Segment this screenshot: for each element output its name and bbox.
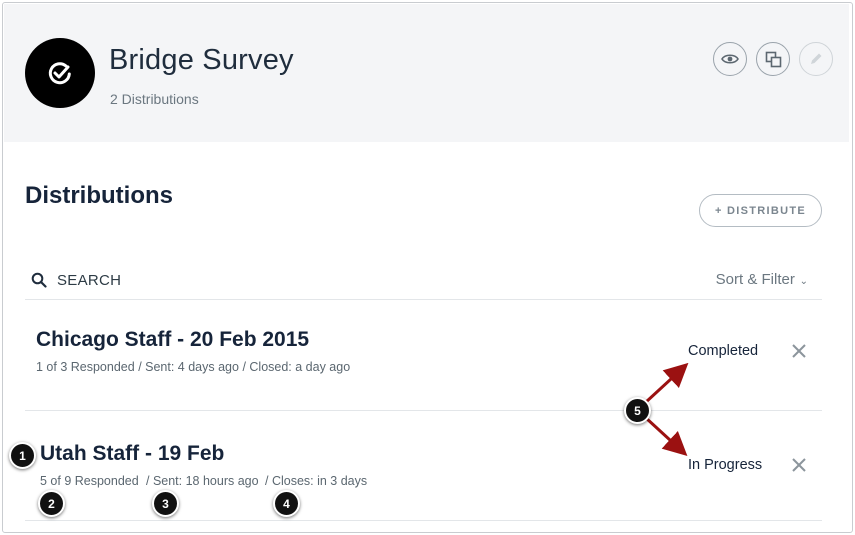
eye-icon: [721, 54, 739, 64]
callout-badge: 2: [38, 490, 65, 517]
distribute-button[interactable]: + DISTRIBUTE: [699, 194, 822, 227]
copy-button[interactable]: [756, 42, 790, 76]
callout-badge: 1: [9, 442, 36, 469]
status-label: In Progress: [688, 457, 763, 473]
copy-icon: [765, 51, 781, 67]
close-icon[interactable]: [791, 457, 807, 473]
distribution-title[interactable]: Utah Staff - 19 Feb: [40, 442, 224, 466]
callout-badge: 3: [152, 490, 179, 517]
search-icon[interactable]: [31, 272, 47, 288]
search-input[interactable]: SEARCH: [57, 272, 121, 289]
distribution-row[interactable]: Chicago Staff - 20 Feb 2015 1 of 3 Respo…: [25, 300, 822, 411]
responded-count: 1 of 3 Responded: [36, 360, 135, 374]
closed-time: / Closed: a day ago: [242, 360, 351, 374]
survey-title: Bridge Survey: [109, 44, 294, 76]
distribution-count: 2 Distributions: [110, 91, 199, 107]
preview-button[interactable]: [713, 42, 747, 76]
edit-button[interactable]: [799, 42, 833, 76]
section-title: Distributions: [25, 182, 173, 209]
chevron-down-icon: ⌄: [796, 276, 808, 287]
search-bar: SEARCH Sort & Filter ⌄: [25, 262, 822, 300]
sent-time: / Sent: 18 hours ago: [146, 474, 259, 488]
pencil-icon: [811, 53, 822, 64]
sent-time: / Sent: 4 days ago: [138, 360, 239, 374]
survey-header: Bridge Survey 2 Distributions: [4, 4, 849, 142]
callout-badge: 5: [624, 397, 651, 424]
distribution-row[interactable]: Utah Staff - 19 Feb 5 of 9 Responded / S…: [25, 411, 822, 521]
callout-badge: 4: [273, 490, 300, 517]
distribution-meta: 1 of 3 Responded / Sent: 4 days ago / Cl…: [36, 360, 350, 374]
responded-count: 5 of 9 Responded: [40, 474, 139, 488]
sort-filter-dropdown[interactable]: Sort & Filter ⌄: [716, 271, 808, 288]
status-label: Completed: [688, 343, 759, 359]
distribution-title[interactable]: Chicago Staff - 20 Feb 2015: [36, 328, 309, 352]
closed-time: / Closes: in 3 days: [265, 474, 368, 488]
checkmark-badge-icon: [25, 38, 95, 108]
sort-filter-label: Sort & Filter: [715, 271, 795, 288]
close-icon[interactable]: [791, 343, 807, 359]
